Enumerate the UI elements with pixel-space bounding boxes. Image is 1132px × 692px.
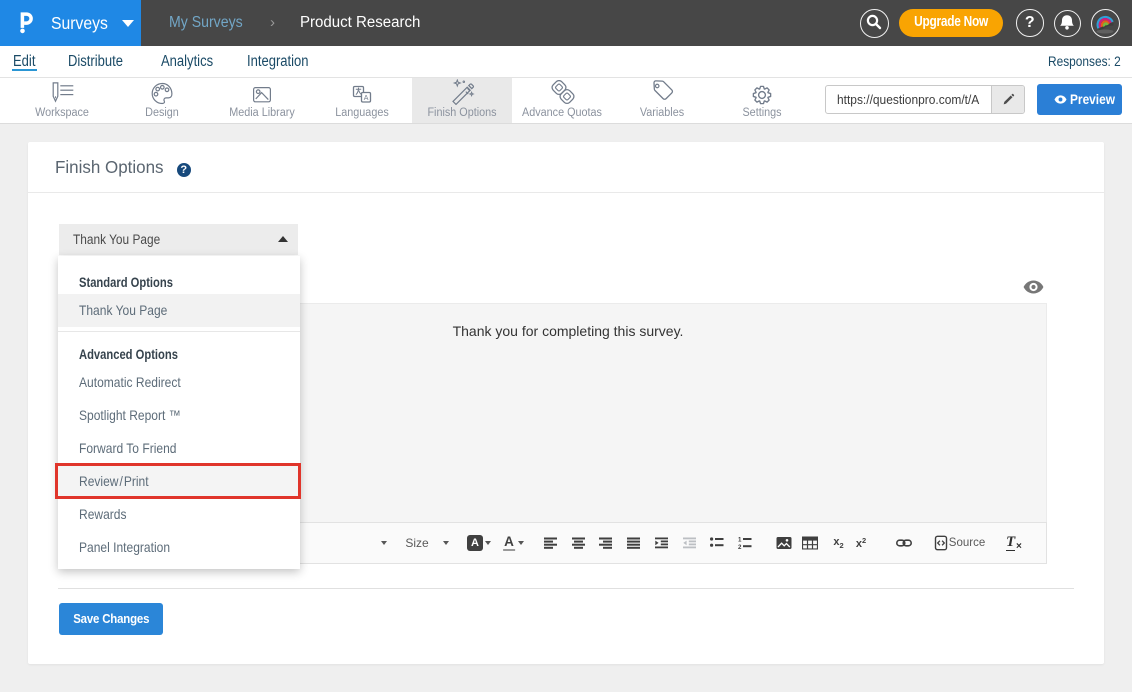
svg-text:1: 1 (738, 537, 742, 544)
svg-text:A: A (364, 95, 369, 102)
svg-text:2: 2 (738, 544, 742, 549)
